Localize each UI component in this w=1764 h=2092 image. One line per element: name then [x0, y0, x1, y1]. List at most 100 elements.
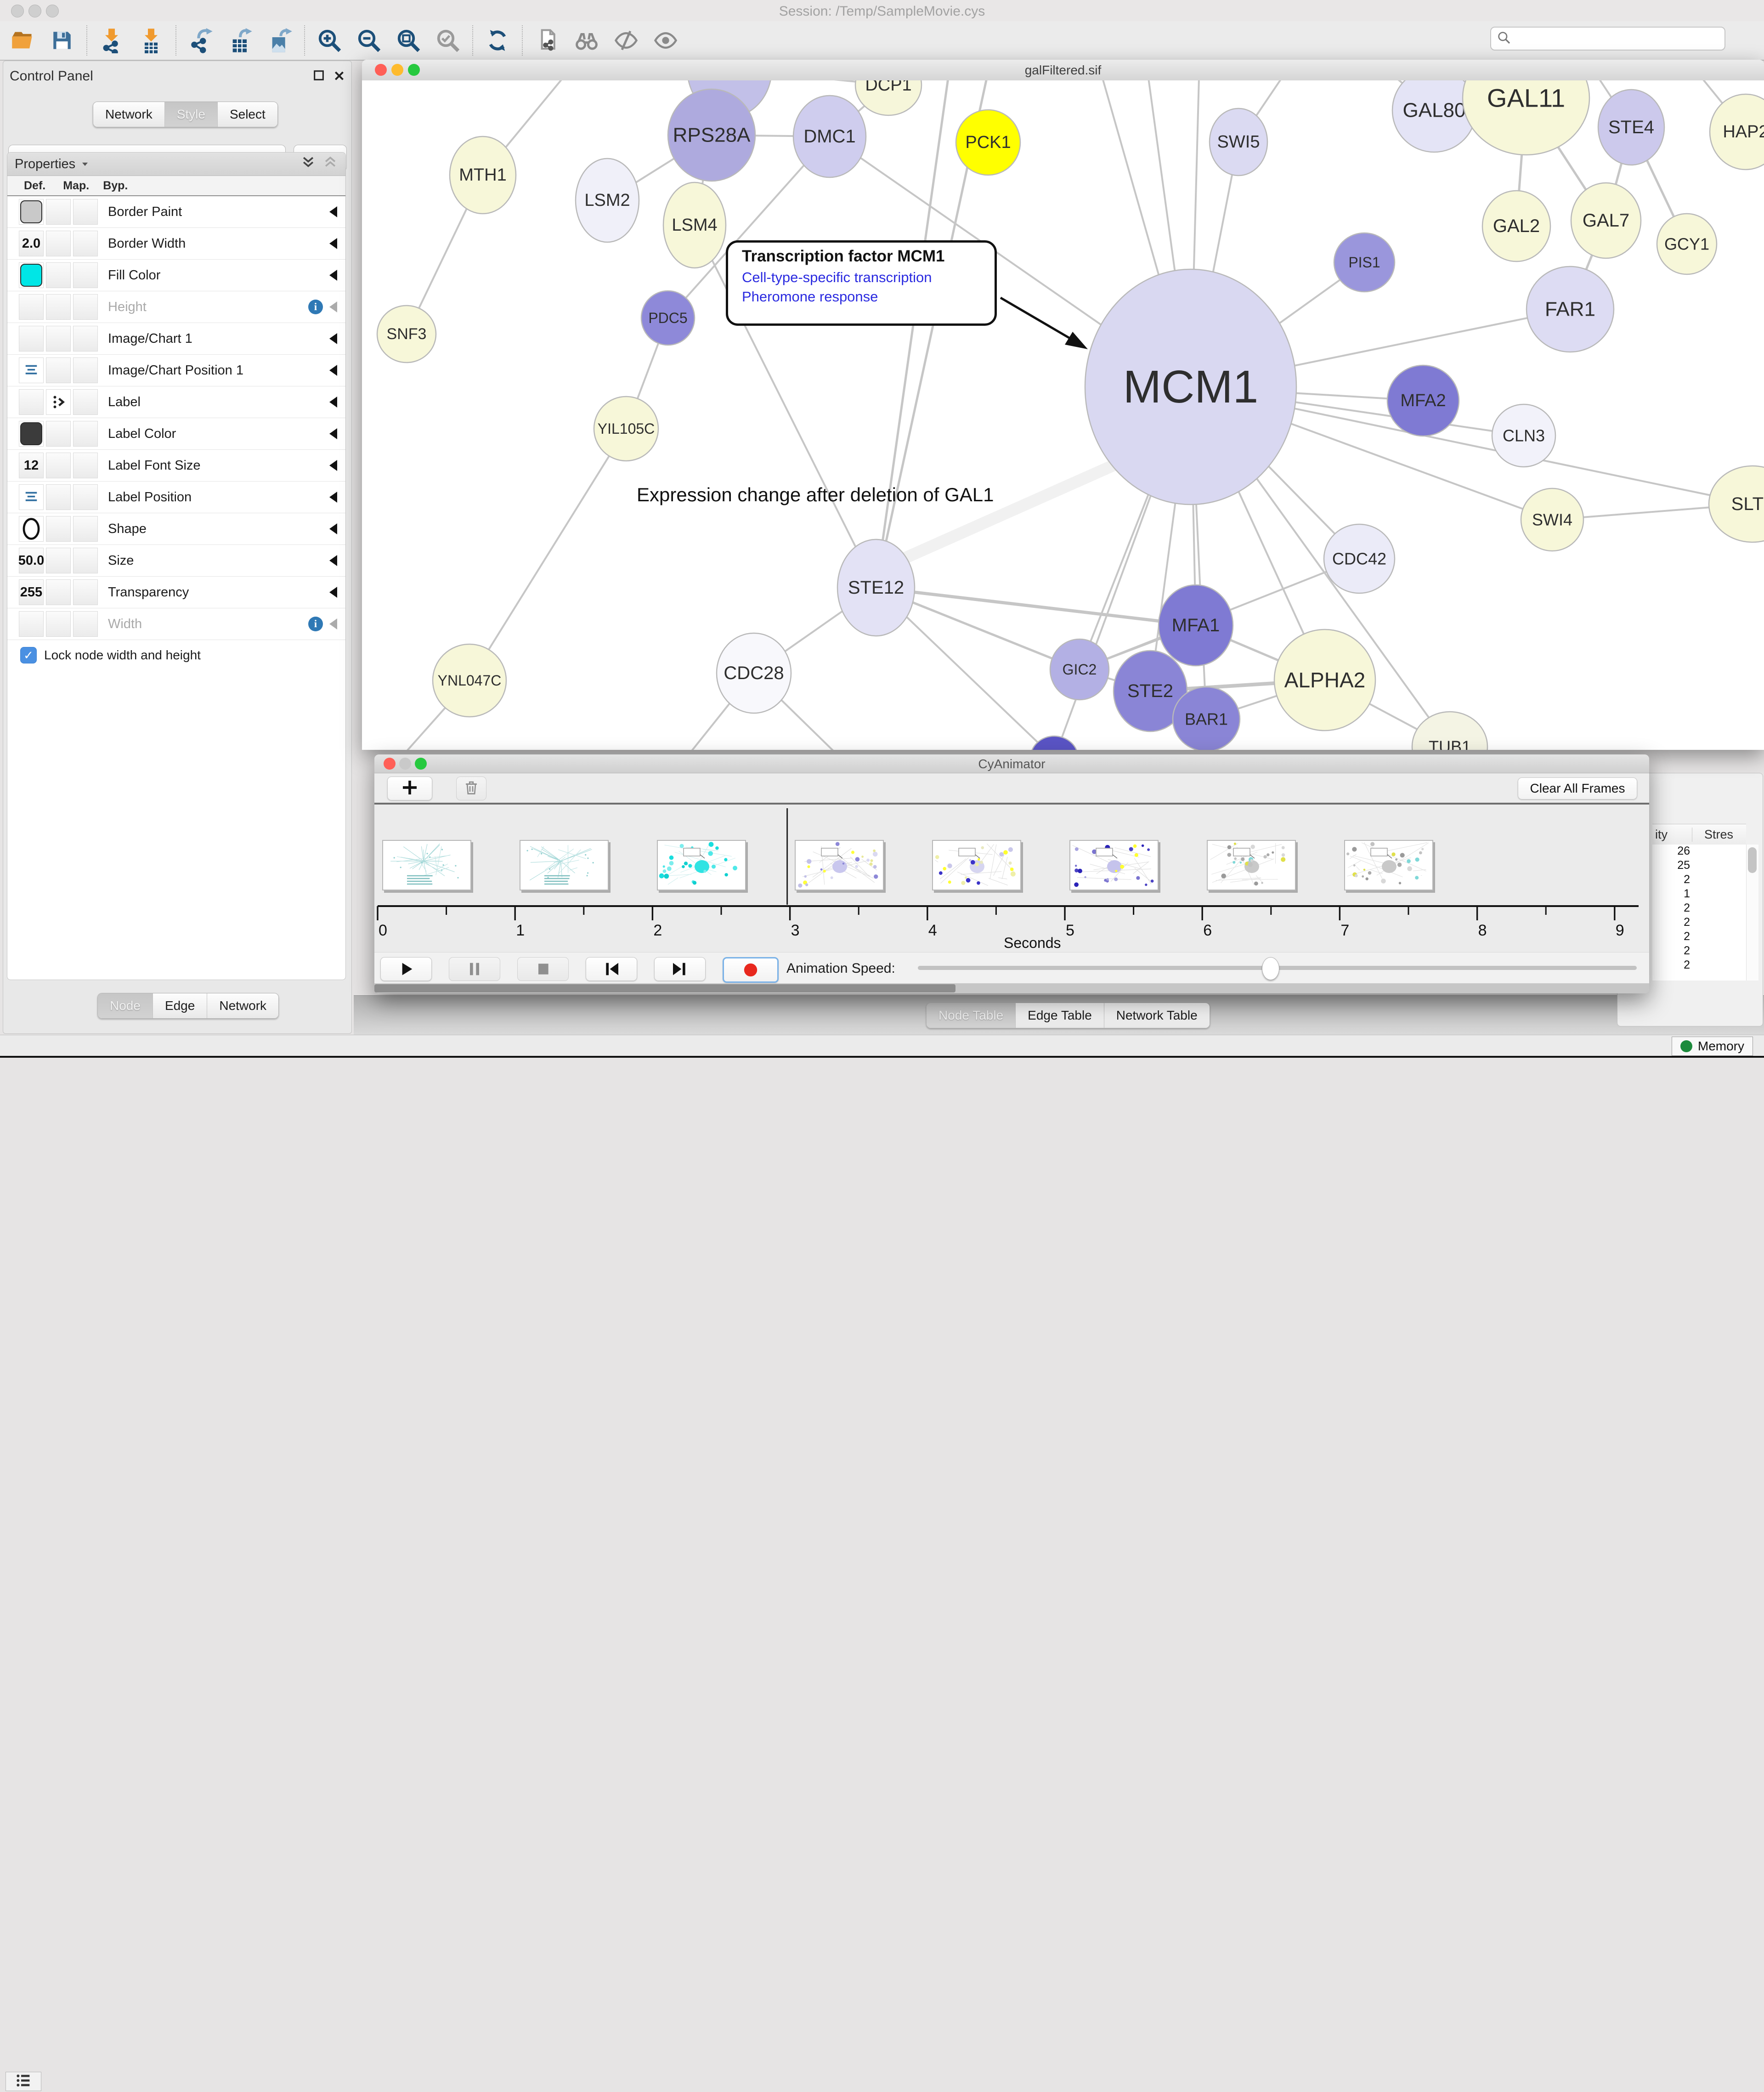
property-row-label-font-size[interactable]: 12Label Font Size	[7, 450, 345, 482]
tab-network-table[interactable]: Network Table	[1104, 1003, 1210, 1028]
expand-row-icon[interactable]	[329, 333, 337, 344]
results-header[interactable]: ity Stres	[1652, 824, 1746, 845]
property-row-transparency[interactable]: 255Transparency	[7, 577, 345, 608]
network-node-cutb[interactable]	[1030, 736, 1078, 750]
tab-edge-table[interactable]: Edge Table	[1015, 1003, 1104, 1028]
property-row-width[interactable]: Widthi	[7, 608, 345, 640]
property-row-shape[interactable]: Shape	[7, 513, 345, 545]
expand-row-icon[interactable]	[329, 428, 337, 439]
network-edge[interactable]	[876, 80, 948, 588]
save-session-button[interactable]	[42, 24, 82, 57]
tab-select[interactable]: Select	[217, 102, 277, 127]
slider-thumb[interactable]	[1262, 957, 1279, 980]
tab-node[interactable]: Node	[98, 993, 153, 1018]
annotation-arrow[interactable]	[1001, 298, 1071, 339]
hide-button[interactable]	[606, 24, 646, 57]
skip-to-end-button[interactable]	[654, 957, 706, 981]
record-button[interactable]	[723, 957, 779, 983]
edge-halo[interactable]	[889, 464, 1116, 565]
cyanimator-titlebar[interactable]: CyAnimator	[374, 754, 1649, 773]
property-row-height[interactable]: Heighti	[7, 291, 345, 323]
tab-network[interactable]: Network	[93, 102, 164, 127]
results-cell[interactable]: 2	[1652, 901, 1690, 916]
play-button[interactable]	[380, 957, 432, 981]
annotation-box[interactable]: Transcription factor MCM1 Cell-type-spec…	[726, 240, 997, 326]
expand-row-icon[interactable]	[329, 206, 337, 217]
clear-all-frames-button[interactable]: Clear All Frames	[1518, 777, 1637, 799]
show-button[interactable]	[646, 24, 685, 57]
export-table-button[interactable]	[220, 24, 260, 57]
zoom-fit-button[interactable]	[389, 24, 428, 57]
expand-row-icon[interactable]	[329, 365, 337, 376]
pause-button[interactable]	[449, 957, 500, 981]
expand-row-icon[interactable]	[329, 618, 337, 629]
property-row-image-chart-1[interactable]: Image/Chart 1	[7, 323, 345, 355]
property-row-image-chart-position-1[interactable]: Image/Chart Position 1	[7, 355, 345, 386]
network-edge[interactable]	[469, 429, 626, 680]
expand-row-icon[interactable]	[329, 238, 337, 249]
expand-row-icon[interactable]	[329, 301, 337, 312]
stop-button[interactable]	[517, 957, 569, 981]
info-icon[interactable]: i	[308, 300, 323, 314]
property-row-border-paint[interactable]: Border Paint	[7, 196, 345, 228]
results-cell[interactable]: 1	[1652, 887, 1690, 901]
expand-row-icon[interactable]	[329, 270, 337, 281]
property-row-label[interactable]: Label	[7, 386, 345, 418]
export-network-button[interactable]	[181, 24, 220, 57]
search-box[interactable]	[1490, 27, 1725, 51]
results-cell[interactable]: 2	[1652, 944, 1690, 958]
results-col-ity[interactable]: ity	[1655, 828, 1668, 842]
info-icon[interactable]: i	[308, 617, 323, 631]
delete-frame-button[interactable]	[456, 777, 486, 800]
property-row-label-color[interactable]: Label Color	[7, 418, 345, 450]
tab-edge[interactable]: Edge	[153, 993, 207, 1018]
tab-node-table[interactable]: Node Table	[927, 1003, 1015, 1028]
expand-all-icon[interactable]	[300, 154, 316, 174]
close-panel-icon[interactable]: ✕	[334, 68, 345, 85]
property-row-label-position[interactable]: Label Position	[7, 482, 345, 513]
memory-button[interactable]: Memory	[1672, 1037, 1753, 1056]
annotation-link-1[interactable]: Cell-type-specific transcription	[742, 269, 995, 286]
expand-row-icon[interactable]	[329, 587, 337, 598]
animator-timeline[interactable]: 0123456789Seconds	[374, 805, 1649, 952]
network-document-button[interactable]	[527, 24, 567, 57]
results-cell[interactable]: 2	[1652, 930, 1690, 944]
collapse-all-icon[interactable]	[322, 154, 338, 174]
float-panel-icon[interactable]	[312, 69, 325, 84]
results-cell[interactable]: 2	[1652, 916, 1690, 930]
expand-row-icon[interactable]	[329, 523, 337, 534]
import-network-button[interactable]	[92, 24, 131, 57]
tab-style[interactable]: Style	[164, 102, 217, 127]
expand-row-icon[interactable]	[329, 492, 337, 503]
tab-network[interactable]: Network	[207, 993, 278, 1018]
property-row-border-width[interactable]: 2.0Border Width	[7, 228, 345, 260]
export-image-button[interactable]	[260, 24, 300, 57]
property-row-fill-color[interactable]: Fill Color	[7, 260, 345, 291]
expand-row-icon[interactable]	[329, 397, 337, 408]
import-table-button[interactable]	[131, 24, 171, 57]
results-cell[interactable]: 2	[1652, 958, 1690, 973]
task-history-button[interactable]	[6, 2072, 41, 2091]
add-frame-button[interactable]	[387, 777, 432, 800]
property-row-size[interactable]: 50.0Size	[7, 545, 345, 577]
expand-row-icon[interactable]	[329, 460, 337, 471]
results-scrollbar[interactable]	[1746, 845, 1758, 981]
skip-to-start-button[interactable]	[586, 957, 637, 981]
lock-size-checkbox[interactable]: ✓	[20, 647, 37, 663]
open-session-button[interactable]	[3, 24, 42, 57]
properties-header[interactable]: Properties	[7, 153, 345, 176]
find-button[interactable]	[567, 24, 606, 57]
animator-scrollbar[interactable]	[374, 983, 1649, 993]
annotation-link-2[interactable]: Pheromone response	[742, 289, 995, 305]
zoom-out-button[interactable]	[349, 24, 389, 57]
results-cell[interactable]: 25	[1652, 859, 1690, 873]
network-titlebar[interactable]: galFiltered.sif	[362, 60, 1764, 81]
expand-row-icon[interactable]	[329, 555, 337, 566]
results-cell[interactable]: 26	[1652, 845, 1690, 859]
results-col-stress[interactable]: Stres	[1692, 828, 1733, 842]
network-canvas[interactable]: RPS28BRPS28ADCP1DMC1PCK1SWI5GAL80GAL11ST…	[362, 80, 1764, 750]
results-cell[interactable]: 2	[1652, 873, 1690, 887]
zoom-selected-button[interactable]	[428, 24, 468, 57]
zoom-in-button[interactable]	[310, 24, 349, 57]
refresh-button[interactable]	[478, 24, 517, 57]
